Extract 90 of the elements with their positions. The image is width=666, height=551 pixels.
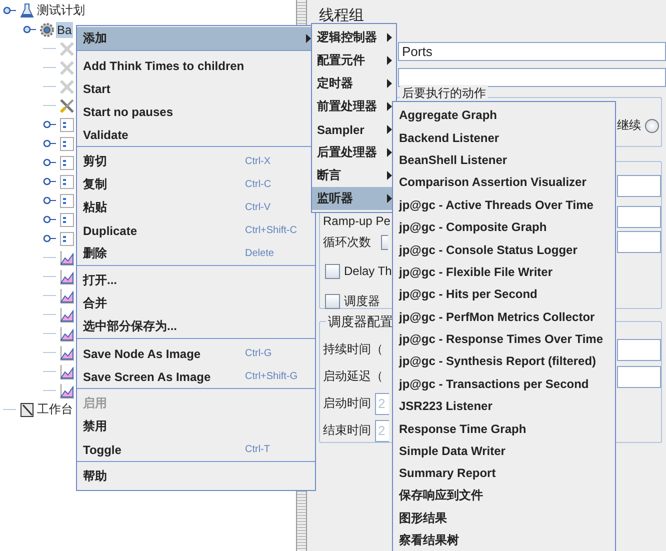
submenu-arrow-icon bbox=[387, 194, 392, 203]
menu-item[interactable]: Aggregate Graph bbox=[393, 104, 615, 126]
menu-item[interactable]: Start bbox=[77, 77, 315, 100]
radio-label: 继续 bbox=[617, 117, 641, 134]
menu-item[interactable]: 逻辑控制器 bbox=[312, 26, 396, 49]
field-label: 启动延迟（ bbox=[323, 368, 383, 385]
menu-item[interactable]: 图形结果 bbox=[393, 507, 615, 530]
menu-item[interactable]: BeanShell Listener bbox=[393, 148, 615, 172]
input-field[interactable] bbox=[617, 366, 661, 388]
field-label: Ramp-up Pe bbox=[323, 214, 390, 228]
menu-item[interactable]: Comparison Assertion Visualizer bbox=[393, 171, 615, 194]
menu-item[interactable]: 删除 Delete bbox=[77, 242, 315, 265]
menu-item[interactable]: jp@gc - Console Status Logger bbox=[393, 238, 615, 261]
menu-item[interactable]: jp@gc - PerfMon Metrics Collector bbox=[393, 306, 615, 328]
radio-button[interactable] bbox=[645, 118, 659, 132]
submenu-arrow-icon bbox=[387, 125, 392, 134]
menu-item[interactable]: jp@gc - Composite Graph bbox=[393, 216, 615, 238]
menu-item[interactable]: 保存响应到文件 bbox=[393, 484, 615, 508]
node-handle[interactable] bbox=[23, 25, 36, 34]
input-field[interactable] bbox=[617, 175, 661, 197]
menu-item[interactable]: Backend Listener bbox=[393, 126, 615, 149]
menu-item[interactable]: Summary Report bbox=[393, 462, 615, 485]
menu-item[interactable]: Save Screen As Image Ctrl+Shift-G bbox=[77, 365, 315, 388]
checkbox-label: 调度器 bbox=[344, 292, 380, 310]
menu-item[interactable]: jp@gc - Hits per Second bbox=[393, 283, 615, 306]
field-label: 持续时间（ bbox=[323, 341, 383, 358]
tree-item[interactable]: 测试计划 bbox=[36, 1, 86, 20]
menu-item[interactable]: Duplicate Ctrl+Shift-C bbox=[77, 219, 315, 242]
menu-item[interactable]: jp@gc - Active Threads Over Time bbox=[393, 194, 615, 216]
group-title: 调度器配置 bbox=[326, 313, 395, 331]
node-handle[interactable] bbox=[43, 215, 56, 224]
field-label: 启动时间 bbox=[323, 395, 371, 412]
menu-item[interactable]: 禁用 bbox=[77, 415, 315, 438]
menu-item[interactable]: 帮助 bbox=[77, 465, 315, 488]
submenu-arrow-icon bbox=[387, 171, 392, 180]
node-handle[interactable] bbox=[43, 139, 56, 148]
node-handle[interactable] bbox=[43, 120, 56, 129]
submenu-arrow-icon bbox=[387, 79, 392, 88]
field-label: 循环次数 bbox=[323, 234, 371, 250]
menu-item[interactable]: jp@gc - Synthesis Report (filtered) bbox=[393, 350, 615, 373]
panel-title: 线程组 bbox=[319, 6, 365, 26]
submenu-arrow-icon bbox=[387, 102, 392, 111]
submenu-arrow-icon bbox=[387, 33, 392, 42]
submenu-arrow-icon bbox=[306, 34, 311, 43]
menu-item[interactable]: 合并 bbox=[77, 292, 315, 315]
menu-item[interactable]: Save Node As Image Ctrl-G bbox=[77, 342, 315, 365]
menu-item[interactable]: 复制 Ctrl-C bbox=[77, 173, 315, 196]
menu-item[interactable]: Add Think Times to children bbox=[77, 54, 315, 77]
menu-item[interactable]: Simple Data Writer bbox=[393, 440, 615, 462]
menu-item[interactable]: Sampler bbox=[312, 118, 396, 141]
node-handle[interactable] bbox=[43, 177, 56, 186]
checkbox-label: Delay Th bbox=[344, 264, 392, 278]
input-field[interactable] bbox=[617, 206, 661, 228]
input-field[interactable] bbox=[617, 338, 661, 360]
gear-icon bbox=[39, 22, 55, 38]
menu-item[interactable]: Toggle Ctrl-T bbox=[77, 438, 315, 461]
menu-item[interactable]: JSR223 Listener bbox=[393, 395, 615, 418]
menu-item[interactable]: 断言 bbox=[312, 164, 396, 187]
comment-field[interactable] bbox=[398, 68, 666, 87]
menu-item[interactable]: jp@gc - Transactions per Second bbox=[393, 372, 615, 396]
checkbox[interactable] bbox=[325, 264, 340, 278]
field-label: 结束时间 bbox=[323, 422, 371, 439]
submenu-arrow-icon bbox=[387, 56, 392, 65]
checkbox[interactable] bbox=[325, 294, 340, 308]
menu-item[interactable]: 粘贴 Ctrl-V bbox=[77, 196, 315, 219]
flask-icon bbox=[19, 2, 35, 18]
menu-item[interactable]: 配置元件 bbox=[312, 49, 396, 72]
menu-item[interactable]: jp@gc - Response Times Over Time bbox=[393, 328, 615, 350]
menu-item[interactable]: 定时器 bbox=[312, 72, 396, 95]
menu-item[interactable]: 选中部分保存为... bbox=[77, 315, 315, 338]
checkbox[interactable] bbox=[381, 234, 388, 250]
menu-item[interactable]: Response Time Graph bbox=[393, 417, 615, 440]
menu-item[interactable]: 打开... bbox=[77, 269, 315, 292]
menu-item[interactable]: jp@gc - Flexible File Writer bbox=[393, 260, 615, 284]
menu-item[interactable]: Validate bbox=[77, 123, 315, 146]
tree-item[interactable]: Ba bbox=[56, 22, 73, 38]
tree-item[interactable]: 工作台 bbox=[36, 400, 74, 419]
menu-item[interactable]: Start no pauses bbox=[77, 100, 315, 123]
node-handle[interactable] bbox=[43, 196, 56, 205]
submenu-arrow-icon bbox=[387, 148, 392, 157]
name-field[interactable]: Ports bbox=[398, 42, 666, 61]
menu-item[interactable]: 剪切 Ctrl-X bbox=[77, 150, 315, 173]
node-handle[interactable] bbox=[43, 158, 56, 167]
menu-item[interactable]: 察看结果树 bbox=[393, 529, 615, 551]
menu-item[interactable]: 前置处理器 bbox=[312, 95, 396, 118]
input-field[interactable] bbox=[617, 231, 661, 253]
node-handle[interactable] bbox=[43, 234, 56, 243]
node-handle[interactable] bbox=[3, 6, 16, 15]
group-title: 后要执行的动作 bbox=[400, 85, 488, 102]
menu-item[interactable]: 后置处理器 bbox=[312, 141, 396, 164]
